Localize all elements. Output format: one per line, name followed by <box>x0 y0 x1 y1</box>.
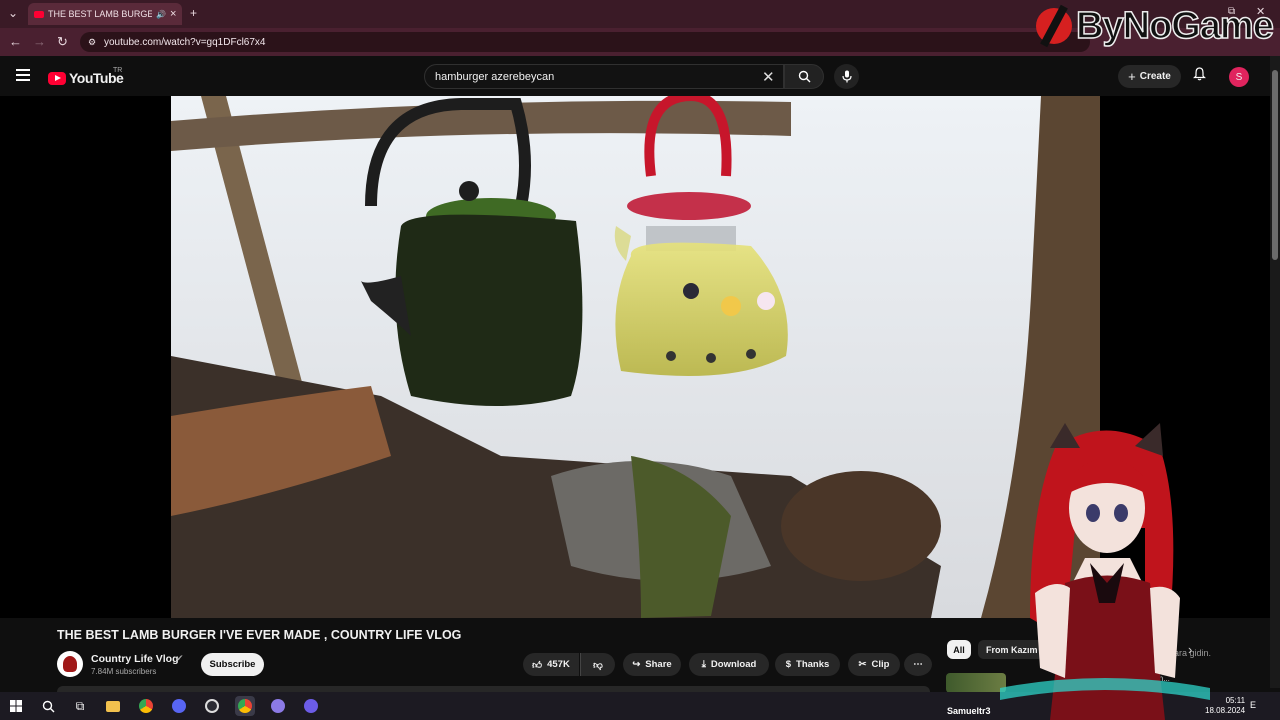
scissors-icon: ✂ <box>858 659 867 670</box>
app-icon-settings[interactable] <box>301 696 321 716</box>
url-text: youtube.com/watch?v=gq1DFcl67x4 <box>104 36 266 48</box>
youtube-header: YouTube TR hamburger azerebeycan ✕ + Cre… <box>0 56 1270 96</box>
like-count: 457K <box>547 659 570 670</box>
search-button[interactable] <box>784 64 824 89</box>
forward-icon[interactable]: → <box>33 34 46 49</box>
verified-badge-icon: ✔ <box>176 653 184 663</box>
search-input[interactable]: hamburger azerebeycan <box>424 64 784 89</box>
share-button[interactable]: ↪ Share <box>623 653 681 676</box>
menu-icon[interactable] <box>16 69 30 81</box>
create-label: Create <box>1139 71 1171 82</box>
subscriber-count: 7.84M subscribers <box>91 667 157 676</box>
microphone-icon <box>841 70 852 83</box>
scrollbar-thumb[interactable] <box>1272 70 1278 260</box>
app-icon-obs[interactable] <box>202 696 222 716</box>
browser-tab[interactable]: THE BEST LAMB BURGER I'VE EVER MADE, COU… <box>28 3 182 25</box>
watermark-logo-icon <box>1036 8 1072 44</box>
chrome-icon[interactable] <box>136 696 156 716</box>
video-title: THE BEST LAMB BURGER I'VE EVER MADE , CO… <box>57 628 462 642</box>
tab-close-icon[interactable]: × <box>170 8 176 20</box>
channel-avatar[interactable] <box>57 651 83 677</box>
app-icon-purple[interactable] <box>268 696 288 716</box>
thanks-icon: $ <box>785 659 792 670</box>
user-avatar[interactable]: S <box>1229 67 1249 87</box>
new-tab-icon[interactable]: + <box>190 6 197 20</box>
search-query: hamburger azerebeycan <box>435 70 555 83</box>
vtuber-avatar-overlay <box>1000 423 1210 720</box>
like-button[interactable]: 👍︎ 457K <box>523 653 579 676</box>
chip-all[interactable]: All <box>947 640 971 659</box>
thanks-label: Thanks <box>796 659 830 670</box>
download-button[interactable]: ⤓ Download <box>689 653 769 676</box>
watermark-text: ByNoGame <box>1075 4 1274 48</box>
back-icon[interactable]: ← <box>9 34 22 49</box>
thumbs-up-icon: 👍︎ <box>532 659 543 671</box>
windows-start-icon[interactable] <box>6 696 26 716</box>
download-label: Download <box>710 659 757 670</box>
taskbar-user-label: Samueltr3 <box>947 706 991 716</box>
search-icon <box>798 70 810 83</box>
download-icon: ⤓ <box>701 659 706 670</box>
region-code: TR <box>113 67 123 74</box>
thanks-button[interactable]: $ Thanks <box>775 653 840 676</box>
thumbs-down-icon: 👎︎ <box>593 659 603 671</box>
tab-title: THE BEST LAMB BURGER I'VE EVER MADE, COU… <box>48 9 152 19</box>
youtube-favicon-icon <box>34 10 44 18</box>
create-button[interactable]: + Create <box>1118 65 1181 88</box>
reload-icon[interactable]: ↻ <box>57 34 68 50</box>
youtube-play-icon <box>48 71 66 85</box>
url-field[interactable]: ⚙ youtube.com/watch?v=gq1DFcl67x4 <box>80 32 1090 52</box>
subscribe-button[interactable]: Subscribe <box>201 653 264 676</box>
speaker-icon[interactable]: 🔊 <box>156 10 166 19</box>
tab-list-icon[interactable]: ⌄ <box>8 6 18 20</box>
app-icon-discord[interactable] <box>169 696 189 716</box>
voice-search-button[interactable] <box>834 64 859 89</box>
video-frame-image <box>171 96 1100 618</box>
language-indicator[interactable]: E <box>1250 700 1256 710</box>
clip-button[interactable]: ✂ Clip <box>848 653 900 676</box>
chrome-active-icon[interactable] <box>235 696 255 716</box>
watermark: ByNoGame <box>1036 2 1275 50</box>
site-info-icon[interactable]: ⚙ <box>88 37 96 48</box>
clip-label: Clip <box>871 659 890 670</box>
notifications-bell-icon[interactable] <box>1193 67 1206 84</box>
video-frame[interactable] <box>171 96 1100 618</box>
page-scrollbar[interactable] <box>1270 56 1280 688</box>
more-actions-button[interactable]: ⋯ <box>904 653 932 676</box>
share-icon: ↪ <box>632 659 641 670</box>
clear-search-icon[interactable]: ✕ <box>762 68 775 86</box>
task-view-icon[interactable]: ⧉ <box>70 696 90 716</box>
taskbar-search-icon[interactable] <box>38 696 58 716</box>
share-label: Share <box>645 659 672 670</box>
dislike-button[interactable]: 👎︎ <box>580 653 615 676</box>
plus-icon: + <box>1128 69 1136 84</box>
file-explorer-icon[interactable] <box>103 696 123 716</box>
channel-name[interactable]: Country Life Vlog <box>91 653 179 665</box>
